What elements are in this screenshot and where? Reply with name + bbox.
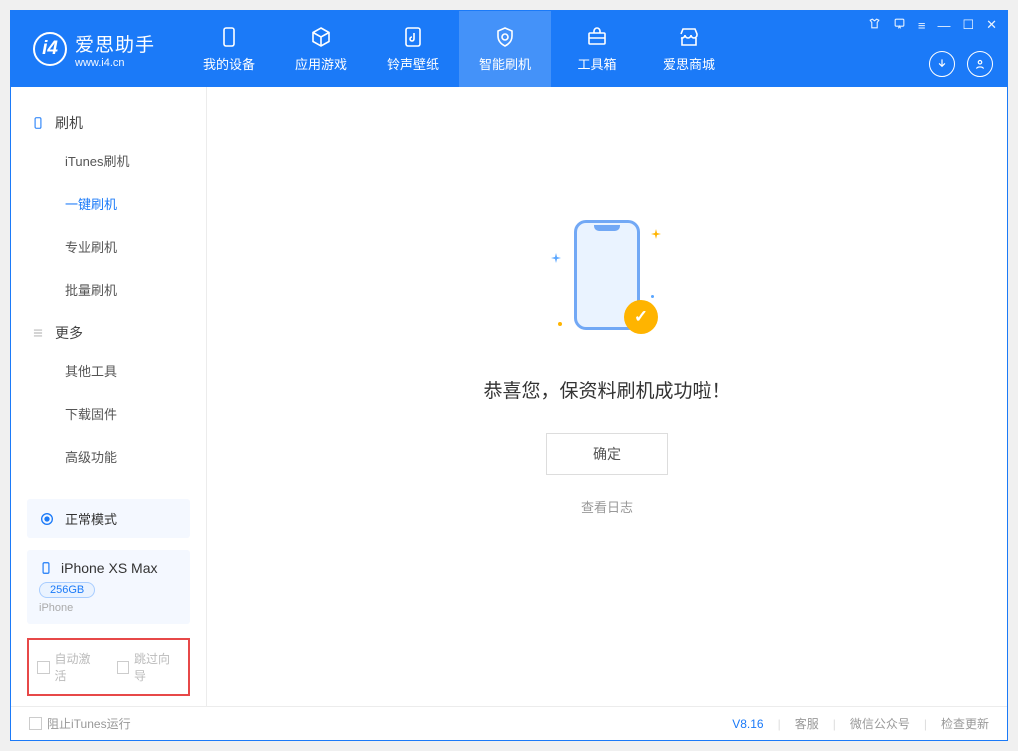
device-card[interactable]: iPhone XS Max 256GB iPhone [27, 550, 190, 624]
sidebar-item-download-firmware[interactable]: 下载固件 [11, 392, 206, 435]
nav-store[interactable]: 爱思商城 [643, 11, 735, 87]
dot-icon [651, 295, 654, 298]
list-icon [31, 326, 45, 340]
cube-icon [309, 25, 333, 49]
sparkle-icon [650, 228, 662, 240]
nav-label: 铃声壁纸 [387, 54, 439, 73]
nav-flash[interactable]: 智能刷机 [459, 11, 551, 87]
nav-my-device[interactable]: 我的设备 [183, 11, 275, 87]
sidebar: 刷机 iTunes刷机 一键刷机 专业刷机 批量刷机 更多 其他工具 下载固件 … [11, 87, 207, 706]
dot-icon [558, 322, 562, 326]
user-icon[interactable] [967, 51, 993, 77]
version-label: V8.16 [732, 717, 763, 731]
ok-button[interactable]: 确定 [546, 433, 668, 475]
body: 刷机 iTunes刷机 一键刷机 专业刷机 批量刷机 更多 其他工具 下载固件 … [11, 87, 1007, 706]
music-file-icon [401, 25, 425, 49]
window-controls: ≡ — ☐ ✕ [868, 17, 997, 33]
app-logo: i4 爱思助手 www.i4.cn [11, 11, 173, 87]
device-small-icon [39, 561, 53, 575]
app-window: i4 爱思助手 www.i4.cn 我的设备 应用游戏 铃声壁纸 智能刷机 [10, 10, 1008, 741]
checkmark-badge-icon: ✓ [624, 300, 658, 334]
device-icon [31, 116, 45, 130]
sparkle-icon [550, 252, 562, 264]
minimize-button[interactable]: — [937, 18, 950, 33]
sidebar-item-itunes-flash[interactable]: iTunes刷机 [11, 139, 206, 182]
download-icon[interactable] [929, 51, 955, 77]
menu-icon[interactable]: ≡ [918, 18, 926, 33]
checkbox-icon [37, 661, 50, 674]
sidebar-section-flash: 刷机 [11, 101, 206, 139]
device-capacity: 256GB [39, 582, 95, 598]
mode-label: 正常模式 [65, 509, 117, 528]
main-content: ✓ 恭喜您，保资料刷机成功啦！ 确定 查看日志 [207, 87, 1007, 706]
feedback-icon[interactable] [893, 17, 906, 33]
block-itunes-checkbox[interactable]: 阻止iTunes运行 [29, 715, 131, 732]
nav-label: 智能刷机 [479, 54, 531, 73]
top-nav: 我的设备 应用游戏 铃声壁纸 智能刷机 工具箱 爱思商城 [183, 11, 735, 87]
sidebar-item-batch-flash[interactable]: 批量刷机 [11, 268, 206, 311]
wechat-link[interactable]: 微信公众号 [850, 715, 910, 732]
header-right-icons [929, 51, 993, 77]
checkbox-icon [29, 717, 42, 730]
phone-icon [217, 25, 241, 49]
auto-activate-checkbox[interactable]: 自动激活 [37, 650, 101, 684]
nav-label: 应用游戏 [295, 54, 347, 73]
sidebar-item-pro-flash[interactable]: 专业刷机 [11, 225, 206, 268]
nav-apps[interactable]: 应用游戏 [275, 11, 367, 87]
maximize-button[interactable]: ☐ [962, 17, 974, 33]
app-name: 爱思助手 [75, 30, 155, 57]
mode-icon [39, 511, 55, 527]
nav-toolbox[interactable]: 工具箱 [551, 11, 643, 87]
close-button[interactable]: ✕ [986, 17, 997, 33]
store-icon [677, 25, 701, 49]
check-update-link[interactable]: 检查更新 [941, 715, 989, 732]
success-message: 恭喜您，保资料刷机成功啦！ [483, 376, 730, 403]
logo-icon: i4 [33, 32, 67, 66]
shield-refresh-icon [493, 25, 517, 49]
device-name: iPhone XS Max [61, 560, 158, 576]
mode-card[interactable]: 正常模式 [27, 499, 190, 538]
sidebar-item-onekey-flash[interactable]: 一键刷机 [11, 182, 206, 225]
nav-label: 爱思商城 [663, 54, 715, 73]
nav-ringtones[interactable]: 铃声壁纸 [367, 11, 459, 87]
checkbox-icon [117, 661, 130, 674]
footer: 阻止iTunes运行 V8.16 | 客服 | 微信公众号 | 检查更新 [11, 706, 1007, 740]
device-type: iPhone [39, 602, 178, 614]
header: i4 爱思助手 www.i4.cn 我的设备 应用游戏 铃声壁纸 智能刷机 [11, 11, 1007, 87]
skip-guide-checkbox[interactable]: 跳过向导 [117, 650, 181, 684]
sidebar-section-more: 更多 [11, 311, 206, 349]
nav-label: 工具箱 [578, 54, 617, 73]
highlighted-options: 自动激活 跳过向导 [27, 638, 190, 696]
success-illustration: ✓ [552, 218, 662, 348]
sidebar-item-advanced[interactable]: 高级功能 [11, 435, 206, 478]
nav-label: 我的设备 [203, 54, 255, 73]
toolbox-icon [585, 25, 609, 49]
shirt-icon[interactable] [868, 17, 881, 33]
sidebar-item-other-tools[interactable]: 其他工具 [11, 349, 206, 392]
app-url: www.i4.cn [75, 57, 155, 69]
support-link[interactable]: 客服 [795, 715, 819, 732]
view-log-link[interactable]: 查看日志 [581, 497, 633, 516]
